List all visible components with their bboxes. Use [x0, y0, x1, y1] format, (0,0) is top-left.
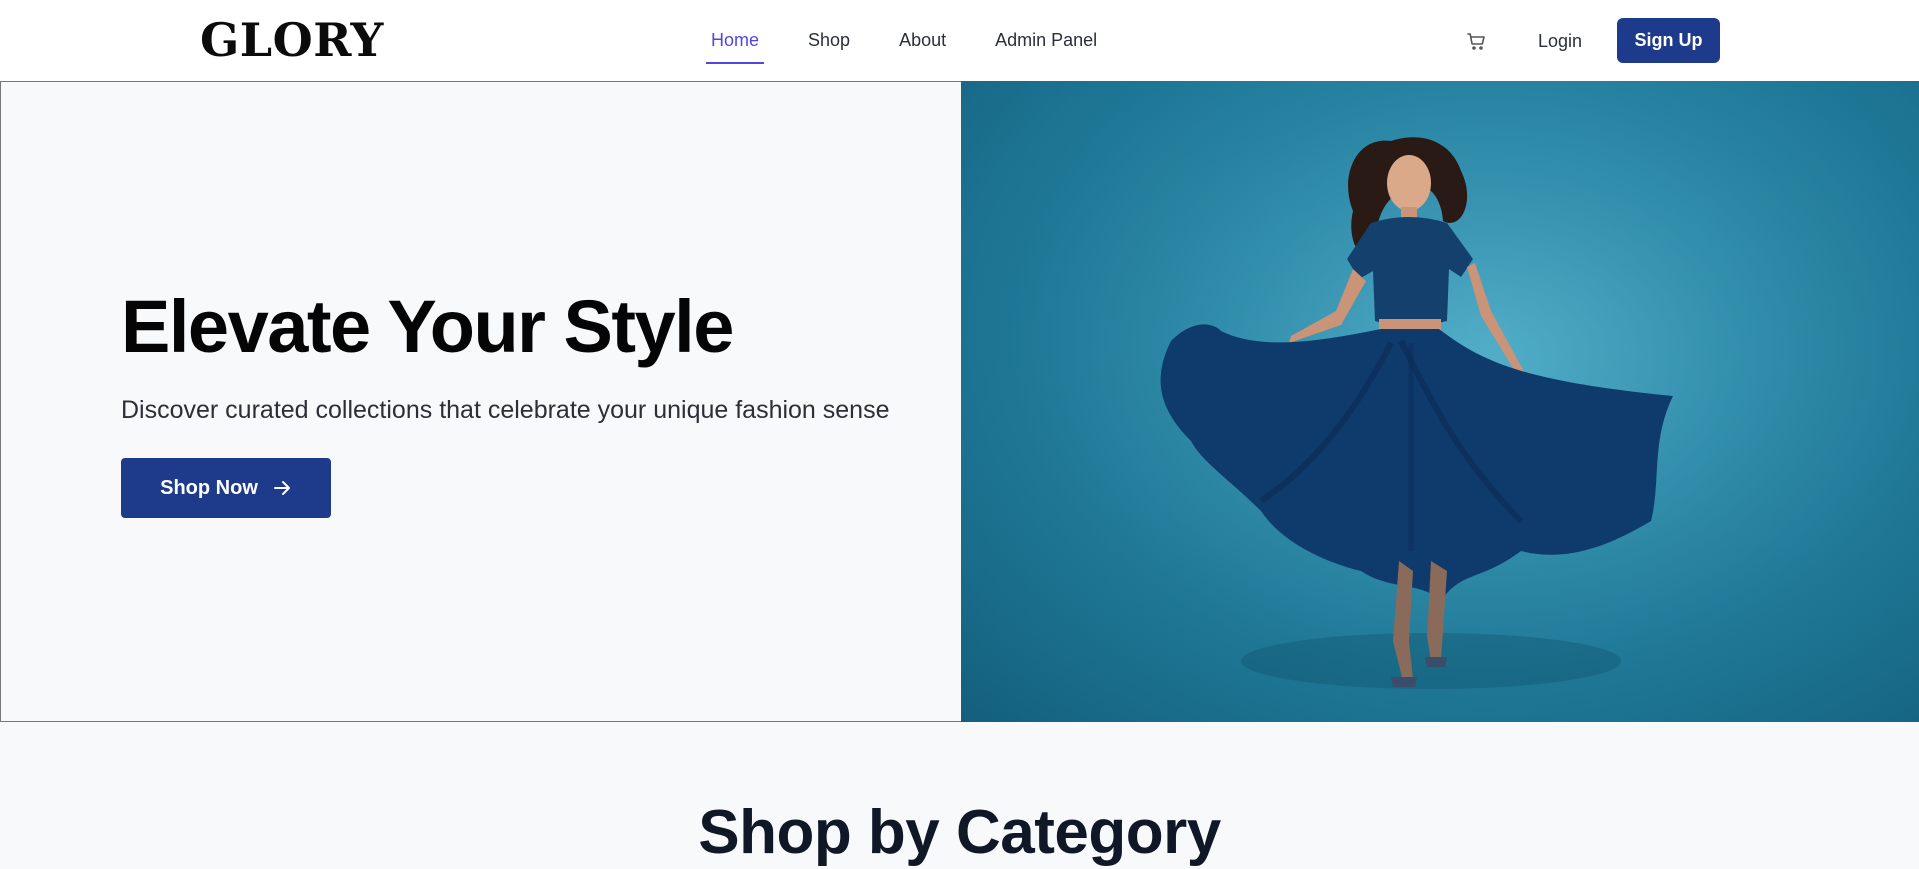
- login-link[interactable]: Login: [1538, 28, 1582, 54]
- shop-now-button[interactable]: Shop Now: [121, 458, 331, 518]
- brand-logo[interactable]: GLORY: [200, 12, 384, 68]
- arrow-right-icon: [273, 481, 290, 495]
- hero-text-panel: Elevate Your Style Discover curated coll…: [0, 81, 961, 722]
- category-section: Shop by Category: [0, 722, 1919, 869]
- cart-icon[interactable]: [1465, 29, 1489, 53]
- category-title: Shop by Category: [698, 798, 1221, 867]
- nav-shop[interactable]: Shop: [802, 0, 856, 81]
- nav-admin-panel[interactable]: Admin Panel: [989, 0, 1103, 81]
- hero-image: [961, 81, 1919, 722]
- site-header: GLORY Home Shop About Admin Panel Login …: [0, 0, 1919, 81]
- nav-home[interactable]: Home: [705, 0, 765, 81]
- nav-about[interactable]: About: [893, 0, 952, 81]
- signup-button[interactable]: Sign Up: [1617, 18, 1720, 63]
- hero-title: Elevate Your Style: [121, 285, 734, 368]
- main-nav: Home Shop About Admin Panel: [705, 0, 1140, 81]
- hero-model-illustration: [961, 81, 1919, 722]
- shop-now-label: Shop Now: [160, 476, 258, 499]
- hero-subtitle: Discover curated collections that celebr…: [121, 396, 890, 424]
- hero-section: Elevate Your Style Discover curated coll…: [0, 81, 1919, 722]
